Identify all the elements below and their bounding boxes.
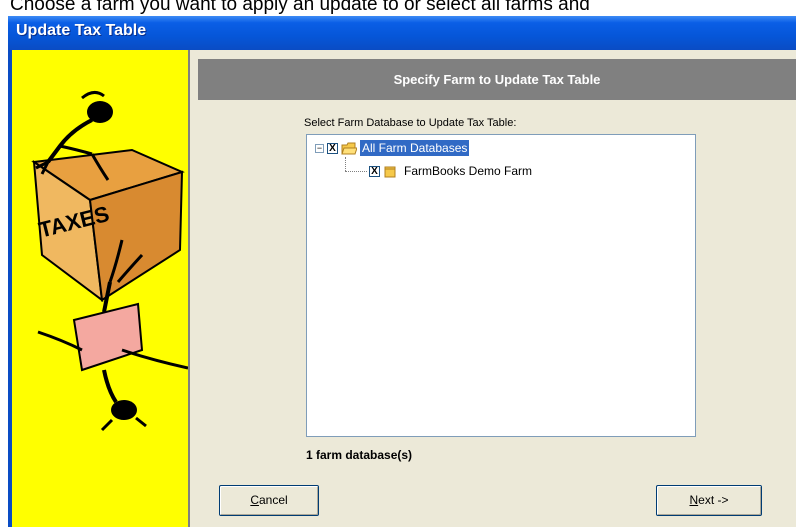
farm-database-tree[interactable]: − X All Farm Databases X FarmBooks Demo … (306, 134, 696, 437)
open-folder-icon (341, 142, 357, 155)
next-button[interactable]: Next -> (656, 485, 762, 516)
tree-node-demo-farm[interactable]: X FarmBooks Demo Farm (369, 162, 534, 180)
demo-farm-label[interactable]: FarmBooks Demo Farm (402, 163, 534, 179)
tree-connector (345, 157, 346, 171)
instruction-text: Choose a farm you want to apply an updat… (10, 0, 590, 15)
taxes-illustration: TAXES (12, 50, 190, 527)
tree-node-all-farms[interactable]: − X All Farm Databases (315, 139, 470, 157)
step-title: Specify Farm to Update Tax Table (393, 72, 601, 87)
tree-label: Select Farm Database to Update Tax Table… (304, 117, 517, 129)
cancel-mnemonic: C (250, 493, 259, 507)
next-mnemonic: N (689, 493, 699, 507)
database-icon (383, 165, 399, 178)
next-label: ext -> (698, 493, 729, 507)
all-farms-checkbox[interactable]: X (327, 142, 338, 154)
tree-connector (345, 171, 367, 172)
cancel-button[interactable]: Cancel (219, 485, 319, 516)
all-farms-label[interactable]: All Farm Databases (360, 140, 470, 156)
demo-farm-checkbox[interactable]: X (369, 165, 380, 177)
step-header: Specify Farm to Update Tax Table (198, 59, 796, 100)
taxes-cartoon-image: TAXES (31, 91, 189, 432)
cancel-label: ancel (258, 493, 288, 507)
farm-count-status: 1 farm database(s) (306, 448, 413, 462)
title-bar[interactable]: Update Tax Table (8, 16, 796, 50)
window-title: Update Tax Table (16, 22, 147, 39)
collapse-icon[interactable]: − (315, 143, 324, 153)
